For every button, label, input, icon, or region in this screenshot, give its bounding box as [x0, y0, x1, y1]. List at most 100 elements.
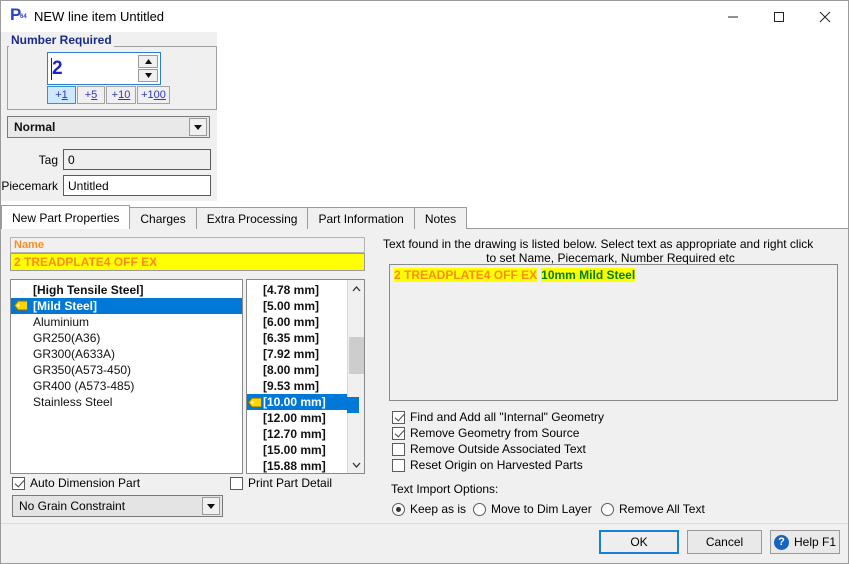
tab-extra-processing-label: Extra Processing [206, 211, 298, 226]
ok-button-label: OK [630, 535, 648, 549]
thickness-list-item[interactable]: [8.00 mm] [247, 362, 349, 378]
cancel-button[interactable]: Cancel [687, 530, 762, 554]
maximize-icon[interactable] [756, 1, 802, 32]
checkbox-icon [392, 410, 405, 424]
spinner-up-icon[interactable] [138, 55, 158, 68]
dialog-window: P 64 NEW line item Untitled Number Requir… [0, 0, 849, 564]
thickness-list-item[interactable]: [12.00 mm] [247, 410, 349, 426]
chevron-down-icon[interactable] [202, 497, 220, 515]
found-text-hint: Text found in the drawing is listed belo… [383, 237, 838, 265]
thickness-list-item[interactable]: [9.53 mm] [247, 378, 349, 394]
number-required-spinner[interactable]: 2 [47, 52, 161, 85]
scroll-down-icon[interactable] [348, 456, 364, 473]
thickness-list-item-label: [12.70 mm] [263, 427, 326, 441]
tab-new-part-properties[interactable]: New Part Properties [1, 205, 131, 229]
thickness-list-item[interactable]: [15.88 mm] [247, 458, 349, 473]
piecemark-row: Piecemark Untitled [1, 175, 211, 196]
thickness-list-item-label: [15.88 mm] [263, 459, 326, 473]
reset-origin-harvested-parts-label: Reset Origin on Harvested Parts [410, 458, 583, 472]
radio-icon [392, 502, 405, 516]
tag-input[interactable]: 0 [63, 149, 211, 170]
remove-outside-associated-text-label: Remove Outside Associated Text [410, 442, 586, 456]
step-plus-5-label: +5 [84, 89, 98, 101]
material-list-item[interactable]: GR300(A633A) [11, 346, 242, 362]
scrollbar-selection-marker [347, 397, 359, 413]
grain-constraint-combo[interactable]: No Grain Constraint [12, 495, 223, 517]
found-text-line[interactable]: 2 TREADPLATE4 OFF EX 10mm Mild Steel [394, 268, 833, 282]
material-list-item-label: Aluminium [33, 315, 90, 329]
thickness-list-item-label: [4.78 mm] [263, 283, 320, 297]
step-plus-1-button[interactable]: +1 [47, 86, 76, 104]
step-plus-5-button[interactable]: +5 [77, 86, 105, 104]
step-plus-1-label: +1 [55, 89, 68, 101]
auto-dimension-part-checkbox[interactable]: Auto Dimension Part [12, 476, 140, 490]
radio-remove-all-text[interactable]: Remove All Text [601, 502, 705, 516]
print-part-detail-checkbox[interactable]: Print Part Detail [230, 476, 332, 490]
text-import-options-label: Text Import Options: [391, 482, 499, 496]
help-button[interactable]: ? Help F1 [770, 530, 840, 554]
window-controls [710, 1, 848, 32]
found-text-box[interactable]: 2 TREADPLATE4 OFF EX 10mm Mild Steel [389, 264, 838, 401]
found-text-hint-line1: Text found in the drawing is listed belo… [383, 237, 814, 251]
step-plus-10-label: +10 [111, 89, 131, 101]
auto-dimension-part-label: Auto Dimension Part [30, 476, 141, 490]
thickness-list-item[interactable]: [4.78 mm] [247, 282, 349, 298]
material-list-item[interactable]: GR350(A573-450) [11, 362, 242, 378]
thickness-list-item[interactable]: [15.00 mm] [247, 442, 349, 458]
thickness-list-item[interactable]: [10.00 mm] [247, 394, 349, 410]
spinner-buttons [138, 53, 160, 84]
chevron-down-icon[interactable] [189, 118, 207, 136]
thickness-list-item[interactable]: [5.00 mm] [247, 298, 349, 314]
thickness-list[interactable]: [4.78 mm] [5.00 mm] [6.00 mm] [6.35 mm] [7.9… [246, 279, 365, 474]
material-list-item[interactable]: GR400 (A573-485) [11, 378, 242, 394]
step-plus-100-label: +100 [141, 89, 166, 101]
material-list-item[interactable]: [High Tensile Steel] [11, 282, 242, 298]
name-column-header: Name [10, 237, 365, 253]
material-list-item[interactable]: GR250(A36) [11, 330, 242, 346]
material-list-item[interactable]: [Mild Steel] [11, 298, 242, 314]
step-plus-10-button[interactable]: +10 [106, 86, 136, 104]
thickness-list-item-label: [15.00 mm] [263, 443, 326, 457]
radio-keep-as-is[interactable]: Keep as is [392, 502, 466, 516]
number-required-input[interactable]: 2 [48, 53, 138, 84]
material-list-item-label: GR300(A633A) [33, 347, 116, 361]
help-button-label: Help F1 [793, 535, 837, 549]
thickness-list-item-label: [6.00 mm] [263, 315, 320, 329]
part-mode-combo[interactable]: Normal [7, 116, 210, 138]
piecemark-input[interactable]: Untitled [63, 175, 211, 196]
tag-icon [248, 397, 262, 408]
ok-button[interactable]: OK [599, 530, 679, 554]
tab-notes[interactable]: Notes [413, 207, 468, 229]
scrollbar-thumb[interactable] [349, 337, 364, 374]
material-list[interactable]: [High Tensile Steel] [Mild Steel] Aluminiu… [10, 279, 243, 474]
thickness-list-item[interactable]: [7.92 mm] [247, 346, 349, 362]
thickness-list-item[interactable]: [12.70 mm] [247, 426, 349, 442]
thickness-list-item[interactable]: [6.00 mm] [247, 314, 349, 330]
spinner-down-icon[interactable] [138, 69, 158, 82]
material-list-item[interactable]: Stainless Steel [11, 394, 242, 410]
tab-extra-processing[interactable]: Extra Processing [195, 207, 309, 229]
thickness-scrollbar[interactable] [347, 280, 364, 473]
close-icon[interactable] [802, 1, 848, 32]
thickness-list-item[interactable]: [6.35 mm] [247, 330, 349, 346]
found-text-segment-name[interactable]: 2 TREADPLATE4 OFF EX [394, 268, 538, 282]
tab-charges[interactable]: Charges [129, 207, 197, 229]
material-list-item[interactable]: Aluminium [11, 314, 242, 330]
thickness-list-item-label: [8.00 mm] [263, 363, 320, 377]
found-text-hint-line2: to set Name, Piecemark, Number Required … [486, 251, 735, 265]
material-list-item-label: GR400 (A573-485) [33, 379, 135, 393]
reset-origin-harvested-parts-checkbox[interactable]: Reset Origin on Harvested Parts [392, 458, 583, 472]
remove-outside-associated-text-checkbox[interactable]: Remove Outside Associated Text [392, 442, 586, 456]
minimize-icon[interactable] [710, 1, 756, 32]
tab-part-information[interactable]: Part Information [307, 207, 415, 229]
find-add-internal-geometry-checkbox[interactable]: Find and Add all "Internal" Geometry [392, 410, 604, 424]
step-plus-100-button[interactable]: +100 [137, 86, 170, 104]
radio-move-to-dim-layer[interactable]: Move to Dim Layer [473, 502, 592, 516]
checkbox-icon [392, 426, 405, 440]
found-text-segment-material[interactable]: 10mm Mild Steel [541, 268, 636, 282]
tag-row: Tag 0 [1, 149, 211, 170]
thickness-list-item-label: [5.00 mm] [263, 299, 320, 313]
name-value-field[interactable]: 2 TREADPLATE4 OFF EX [10, 253, 365, 271]
scroll-up-icon[interactable] [348, 280, 364, 297]
remove-geometry-from-source-checkbox[interactable]: Remove Geometry from Source [392, 426, 579, 440]
